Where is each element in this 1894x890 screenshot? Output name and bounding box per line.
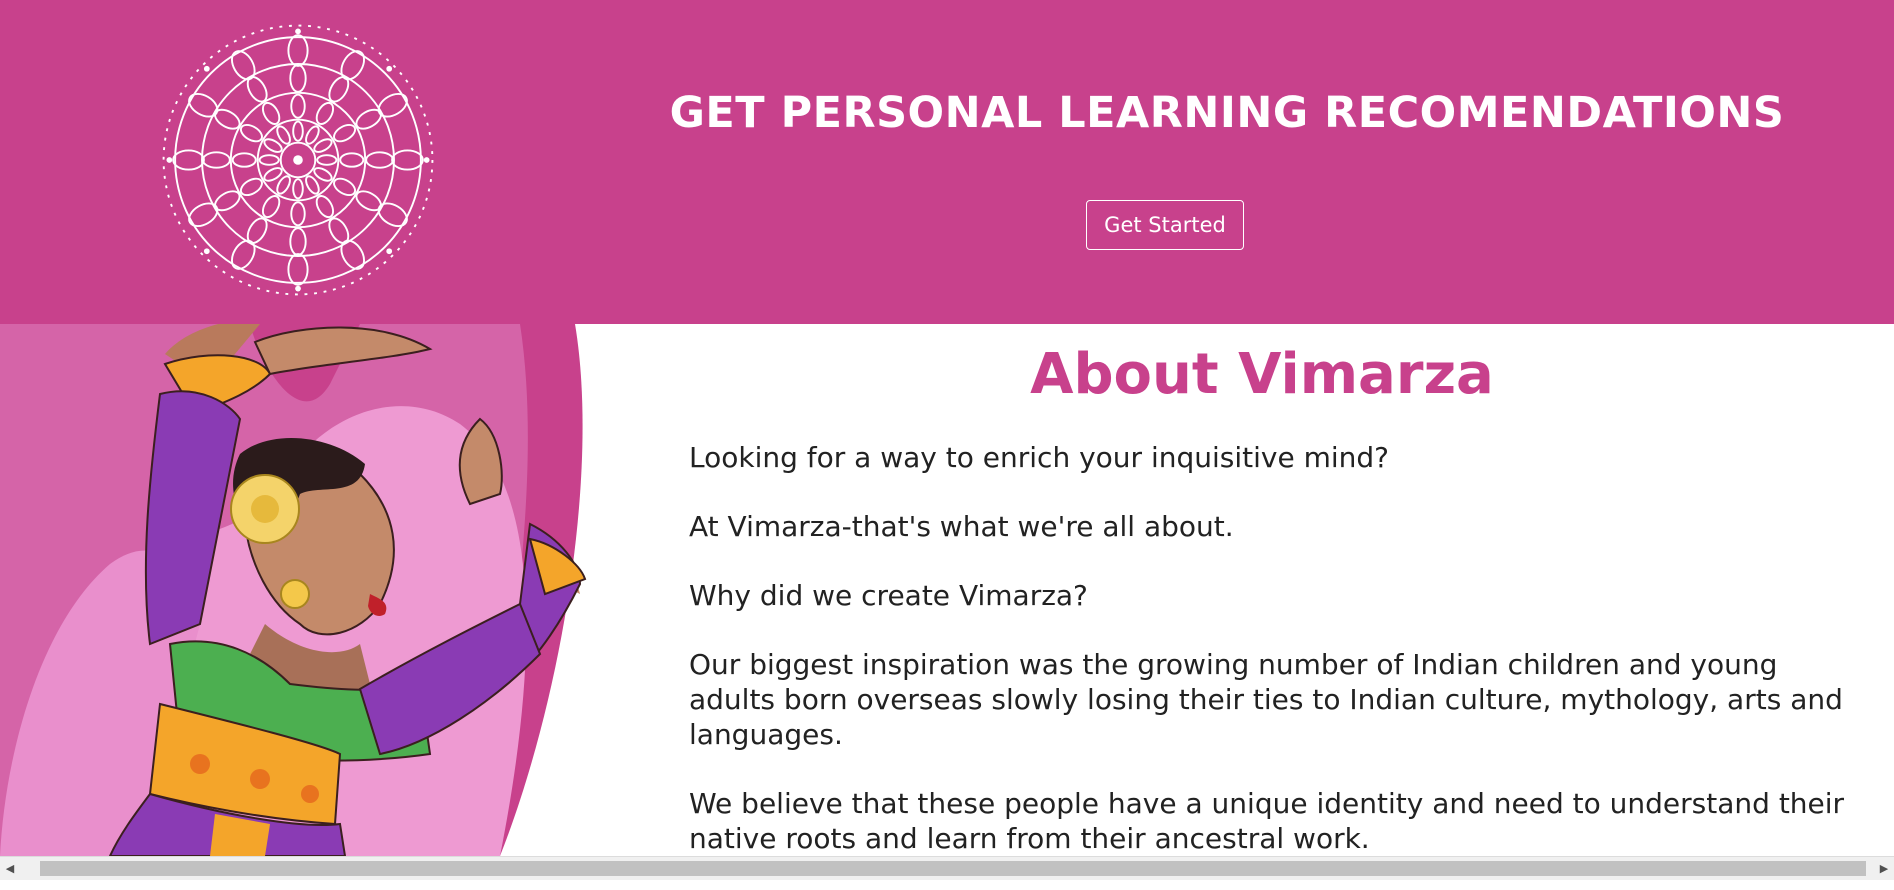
arrow-right-icon[interactable]: ▶ — [1874, 857, 1894, 880]
hero-title: GET PERSONAL LEARNING RECOMENDATIONS — [669, 88, 1785, 138]
arrow-left-icon[interactable]: ◀ — [0, 857, 20, 880]
hero-banner: GET PERSONAL LEARNING RECOMENDATIONS Get… — [0, 0, 1894, 324]
get-started-button[interactable]: Get Started — [1086, 200, 1244, 250]
about-section: Looking for a way to enrich your inquisi… — [689, 440, 1849, 890]
scrollbar-thumb[interactable] — [40, 861, 1866, 876]
about-paragraph: We believe that these people have a uniq… — [689, 787, 1845, 855]
about-title: About Vimarza — [1030, 342, 1494, 407]
horizontal-scrollbar[interactable]: ◀ ▶ — [0, 856, 1894, 880]
about-paragraph: At Vimarza-that's what we're all about. — [689, 510, 1234, 543]
about-paragraph: Why did we create Vimarza? — [689, 579, 1088, 612]
dancer-illustration — [0, 324, 590, 856]
about-paragraph: Looking for a way to enrich your inquisi… — [689, 441, 1390, 474]
about-paragraph: Our biggest inspiration was the growing … — [689, 648, 1843, 751]
mandala-icon — [162, 24, 434, 296]
